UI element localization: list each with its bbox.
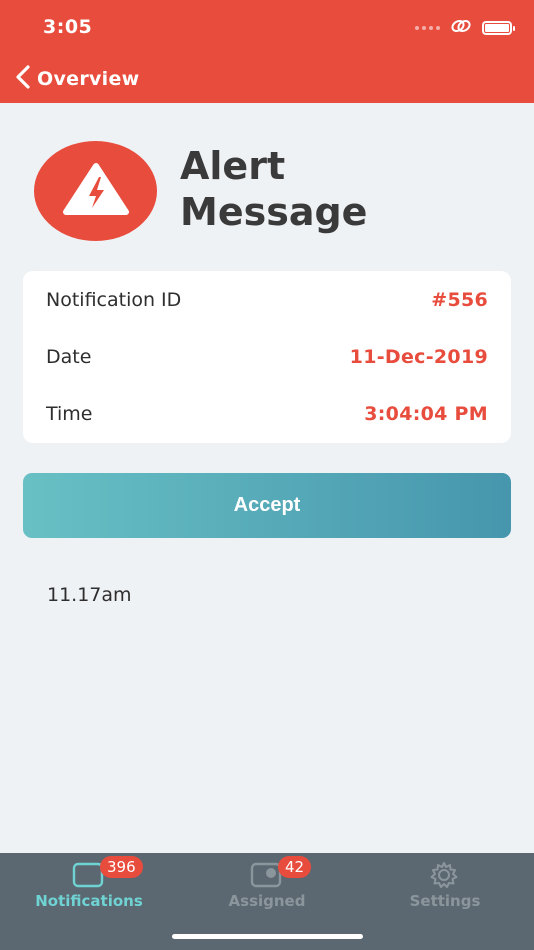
gear-icon (428, 861, 460, 893)
detail-row-notification-id: Notification ID #556 (23, 288, 511, 312)
tab-label: Notifications (35, 892, 143, 910)
link-icon (450, 18, 472, 38)
tab-settings[interactable]: Settings (356, 853, 534, 933)
tab-label: Assigned (228, 892, 306, 910)
title-line-2: Message (180, 190, 368, 234)
notifications-badge: 396 (100, 856, 143, 878)
assigned-badge: 42 (278, 856, 312, 878)
home-indicator (172, 934, 363, 939)
detail-row-time: Time 3:04:04 PM (23, 402, 511, 426)
battery-icon (482, 21, 515, 35)
signal-icon (415, 26, 440, 30)
accept-button[interactable]: Accept (23, 473, 511, 538)
detail-label: Time (46, 403, 93, 425)
title-line-1: Alert (180, 144, 286, 188)
detail-value: 3:04:04 PM (364, 403, 488, 425)
tab-label: Settings (409, 892, 481, 910)
detail-value: #556 (431, 289, 488, 311)
header-bar: 3:05 Overview (0, 0, 534, 103)
status-icons (415, 18, 515, 38)
tab-notifications[interactable]: 396 Notifications (0, 853, 178, 933)
back-label: Overview (37, 68, 140, 90)
status-time: 3:05 (43, 16, 93, 38)
page-title: Alert Message (180, 143, 367, 235)
detail-label: Notification ID (46, 289, 182, 311)
note-text: 11.17am (47, 584, 132, 606)
detail-row-date: Date 11-Dec-2019 (23, 345, 511, 369)
back-button[interactable]: Overview (13, 64, 140, 94)
detail-label: Date (46, 346, 92, 368)
detail-value: 11-Dec-2019 (349, 346, 488, 368)
alert-icon-circle (34, 141, 157, 241)
tab-assigned[interactable]: 42 Assigned (178, 853, 356, 933)
notification-details-card: Notification ID #556 Date 11-Dec-2019 Ti… (23, 271, 511, 443)
chevron-left-icon (13, 64, 33, 94)
warning-lightning-icon (62, 162, 130, 220)
